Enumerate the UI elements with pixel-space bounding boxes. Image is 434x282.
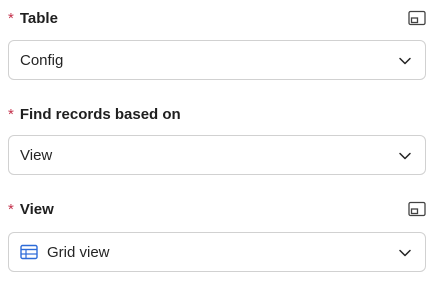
find-records-label-row: * Find records based on bbox=[8, 104, 426, 124]
table-label: Table bbox=[19, 9, 58, 27]
expand-panel-icon[interactable] bbox=[408, 201, 426, 217]
find-records-select-value: View bbox=[20, 146, 53, 164]
required-marker: * bbox=[8, 105, 14, 123]
table-select-value: Config bbox=[20, 51, 64, 69]
find-records-label: Find records based on bbox=[19, 105, 181, 123]
table-select[interactable]: Config bbox=[8, 40, 426, 80]
chevron-down-icon bbox=[399, 152, 411, 160]
required-marker: * bbox=[8, 200, 14, 218]
chevron-down-icon bbox=[399, 249, 411, 257]
view-label-row: * View bbox=[8, 199, 426, 219]
view-label: View bbox=[19, 200, 54, 218]
view-select[interactable]: Grid view bbox=[8, 232, 426, 272]
chevron-down-icon bbox=[399, 57, 411, 65]
required-marker: * bbox=[8, 9, 14, 27]
find-records-select[interactable]: View bbox=[8, 135, 426, 175]
expand-panel-icon[interactable] bbox=[408, 10, 426, 26]
table-label-row: * Table bbox=[8, 8, 426, 28]
grid-view-icon bbox=[20, 244, 38, 260]
view-select-value: Grid view bbox=[47, 243, 110, 261]
